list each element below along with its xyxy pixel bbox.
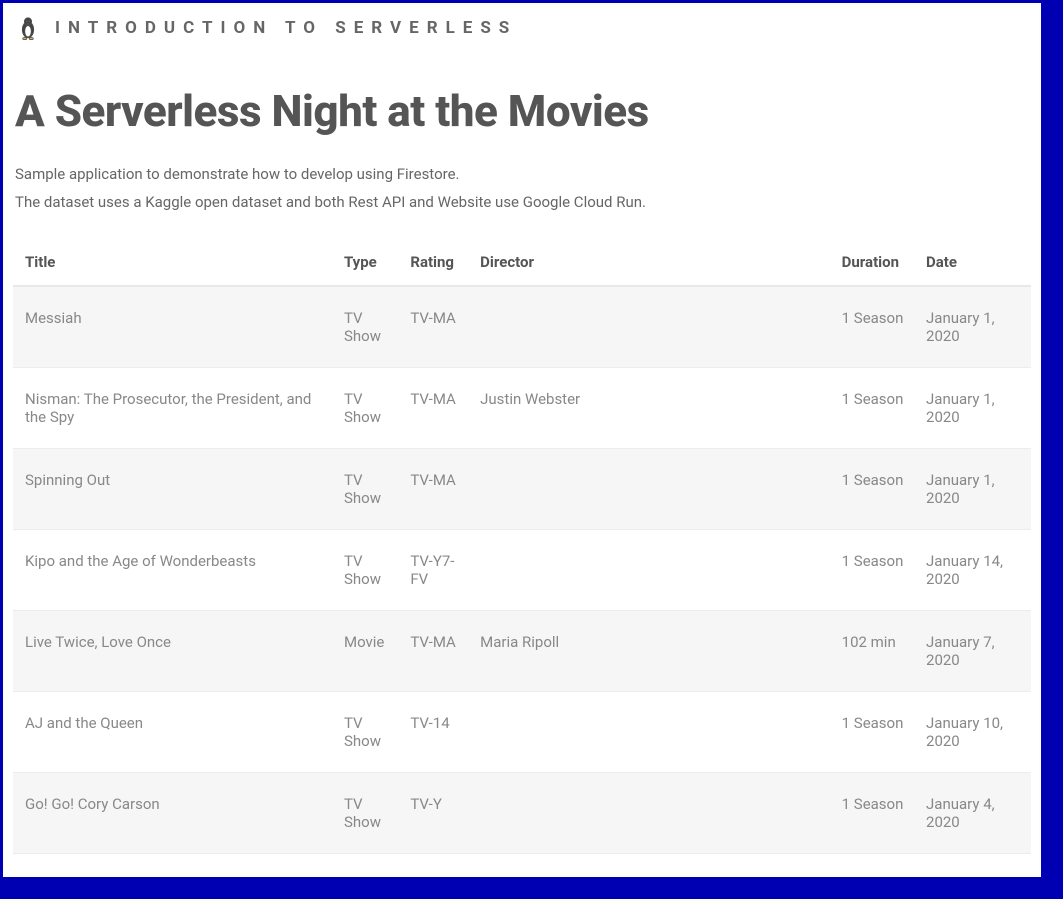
- table-row: MessiahTV ShowTV-MA 1 SeasonJanuary 1, 20…: [13, 286, 1031, 368]
- site-title[interactable]: INTRODUCTION TO SERVERLESS: [55, 18, 517, 38]
- cell-duration: 1 Season: [830, 691, 914, 772]
- cell-duration: 102 min: [830, 610, 914, 691]
- cell-director: [468, 691, 830, 772]
- cell-rating: TV-Y7-FV: [398, 529, 468, 610]
- cell-date: January 7, 2020: [914, 610, 1031, 691]
- cell-type: TV Show: [332, 529, 398, 610]
- cell-type: TV Show: [332, 772, 398, 853]
- cell-rating: TV-MA: [398, 367, 468, 448]
- cell-director: [468, 772, 830, 853]
- intro-line-2: The dataset uses a Kaggle open dataset a…: [15, 189, 1031, 217]
- cell-title: Spinning Out: [13, 448, 332, 529]
- cell-type: TV Show: [332, 367, 398, 448]
- col-header-type: Type: [332, 239, 398, 286]
- cell-duration: 1 Season: [830, 448, 914, 529]
- cell-title: AJ and the Queen: [13, 691, 332, 772]
- cell-title: Live Twice, Love Once: [13, 610, 332, 691]
- cell-date: January 1, 2020: [914, 448, 1031, 529]
- cell-type: TV Show: [332, 448, 398, 529]
- cell-director: [468, 448, 830, 529]
- cell-title: Nisman: The Prosecutor, the President, a…: [13, 367, 332, 448]
- cell-title: Kipo and the Age of Wonderbeasts: [13, 529, 332, 610]
- cell-type: TV Show: [332, 691, 398, 772]
- cell-duration: 1 Season: [830, 367, 914, 448]
- cell-rating: TV-MA: [398, 286, 468, 368]
- table-header-row: Title Type Rating Director Duration Date: [13, 239, 1031, 286]
- cell-rating: TV-MA: [398, 610, 468, 691]
- col-header-director: Director: [468, 239, 830, 286]
- cell-date: January 1, 2020: [914, 367, 1031, 448]
- cell-title: Go! Go! Cory Carson: [13, 772, 332, 853]
- cell-date: January 14, 2020: [914, 529, 1031, 610]
- table-row: AJ and the QueenTV ShowTV-14 1 SeasonJanu…: [13, 691, 1031, 772]
- intro-text: Sample application to demonstrate how to…: [13, 161, 1031, 217]
- col-header-rating: Rating: [398, 239, 468, 286]
- cell-duration: 1 Season: [830, 286, 914, 368]
- cell-rating: TV-14: [398, 691, 468, 772]
- col-header-title: Title: [13, 239, 332, 286]
- cell-date: January 4, 2020: [914, 772, 1031, 853]
- table-row: Kipo and the Age of WonderbeastsTV ShowT…: [13, 529, 1031, 610]
- col-header-date: Date: [914, 239, 1031, 286]
- topbar: INTRODUCTION TO SERVERLESS: [3, 3, 1041, 51]
- cell-duration: 1 Season: [830, 772, 914, 853]
- table-row: Nisman: The Prosecutor, the President, a…: [13, 367, 1031, 448]
- cell-type: Movie: [332, 610, 398, 691]
- cell-duration: 1 Season: [830, 529, 914, 610]
- cell-director: [468, 529, 830, 610]
- col-header-duration: Duration: [830, 239, 914, 286]
- intro-line-1: Sample application to demonstrate how to…: [15, 161, 1031, 189]
- page-title: A Serverless Night at the Movies: [15, 85, 1031, 137]
- cell-title: Messiah: [13, 286, 332, 368]
- cell-director: [468, 286, 830, 368]
- cell-rating: TV-Y: [398, 772, 468, 853]
- table-body: MessiahTV ShowTV-MA1 SeasonJanuary 1, 20…: [13, 286, 1031, 854]
- cell-type: TV Show: [332, 286, 398, 368]
- cell-date: January 10, 2020: [914, 691, 1031, 772]
- table-row: Go! Go! Cory CarsonTV ShowTV-Y 1 SeasonJa…: [13, 772, 1031, 853]
- cell-director: Justin Webster: [468, 367, 830, 448]
- cell-date: January 1, 2020: [914, 286, 1031, 368]
- table-row: Live Twice, Love OnceMovieTV-MAMaria Rip…: [13, 610, 1031, 691]
- table-row: Spinning OutTV ShowTV-MA 1 SeasonJanuary …: [13, 448, 1031, 529]
- movies-table: Title Type Rating Director Duration Date…: [13, 239, 1031, 854]
- cell-director: Maria Ripoll: [468, 610, 830, 691]
- cell-rating: TV-MA: [398, 448, 468, 529]
- penguin-logo-icon: [15, 15, 41, 41]
